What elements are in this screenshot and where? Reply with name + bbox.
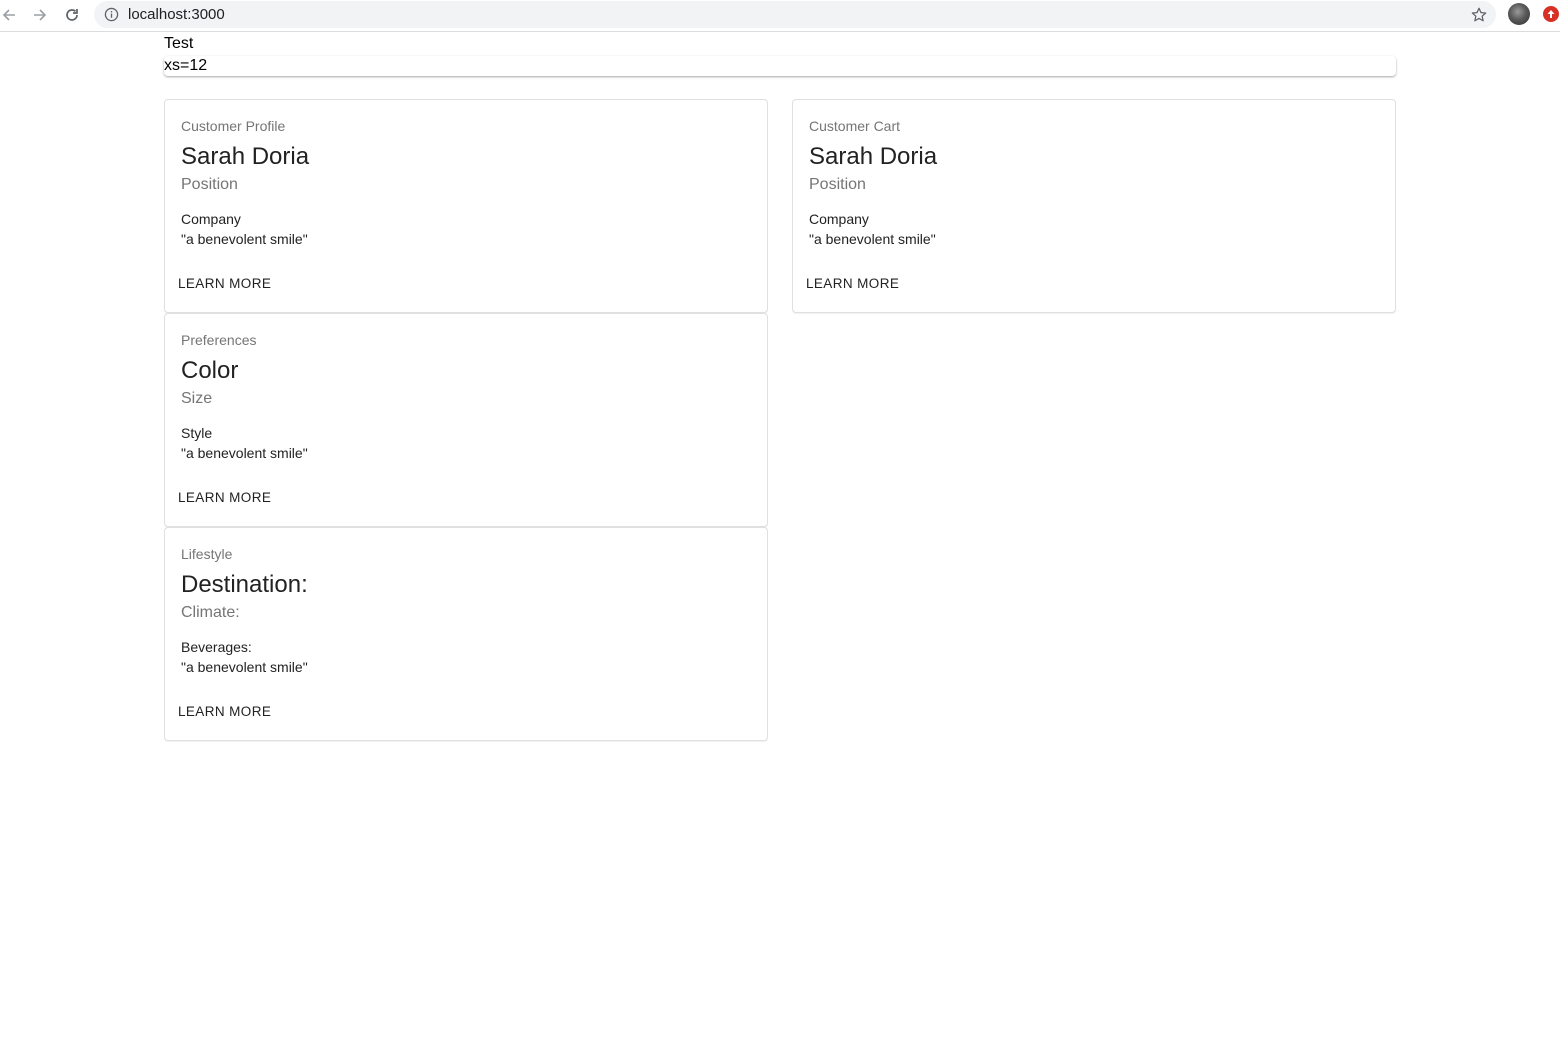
card-title: Destination:	[181, 571, 308, 598]
card-subtitle: Position	[181, 176, 238, 193]
learn-more-button[interactable]: LEARN MORE	[170, 488, 279, 507]
card-preferences: Preferences Color Size Style "a benevole…	[164, 313, 768, 527]
reload-button[interactable]	[60, 4, 84, 26]
grid-paper: xs=12	[164, 56, 1396, 76]
learn-more-button[interactable]: LEARN MORE	[170, 702, 279, 721]
card-overline: Customer Cart	[809, 118, 901, 134]
back-button[interactable]	[0, 4, 21, 26]
card-body-line-2: "a benevolent smile"	[181, 659, 308, 675]
card-body-line-1: Beverages:	[181, 639, 252, 655]
card-title: Color	[181, 357, 239, 384]
page-title: Test	[164, 35, 194, 52]
card-body-line-2: "a benevolent smile"	[181, 445, 308, 461]
card-subtitle: Size	[181, 390, 213, 407]
browser-toolbar: localhost:3000	[0, 0, 1560, 32]
card-title: Sarah Doria	[181, 143, 310, 170]
card-customer-profile: Customer Profile Sarah Doria Position Co…	[164, 99, 768, 313]
forward-button[interactable]	[28, 4, 52, 26]
arrow-right-icon	[34, 9, 47, 21]
learn-more-button[interactable]: LEARN MORE	[798, 274, 907, 293]
reload-icon	[66, 9, 78, 21]
card-overline: Customer Profile	[181, 118, 286, 134]
url-text[interactable]: localhost:3000	[128, 6, 225, 23]
card-overline: Lifestyle	[181, 546, 233, 562]
info-icon[interactable]	[104, 7, 119, 22]
address-bar[interactable]: localhost:3000	[94, 1, 1496, 28]
learn-more-button[interactable]: LEARN MORE	[170, 274, 279, 293]
arrow-up-icon	[1547, 10, 1555, 18]
profile-avatar[interactable]	[1508, 3, 1530, 25]
card-body-line-1: Company	[181, 211, 241, 227]
card-subtitle: Position	[809, 176, 866, 193]
card-lifestyle: Lifestyle Destination: Climate: Beverage…	[164, 527, 768, 741]
card-body-line-2: "a benevolent smile"	[809, 231, 936, 247]
arrow-left-icon	[2, 9, 15, 21]
card-body-line-1: Company	[809, 211, 869, 227]
card-overline: Preferences	[181, 332, 257, 348]
card-title: Sarah Doria	[809, 143, 938, 170]
grid-label: xs=12	[164, 57, 208, 74]
card-customer-cart: Customer Cart Sarah Doria Position Compa…	[792, 99, 1396, 313]
bookmark-star-icon[interactable]	[1470, 6, 1488, 24]
card-body-line-2: "a benevolent smile"	[181, 231, 308, 247]
card-body-line-1: Style	[181, 425, 213, 441]
card-subtitle: Climate:	[181, 604, 240, 621]
extension-icon[interactable]	[1543, 6, 1559, 22]
